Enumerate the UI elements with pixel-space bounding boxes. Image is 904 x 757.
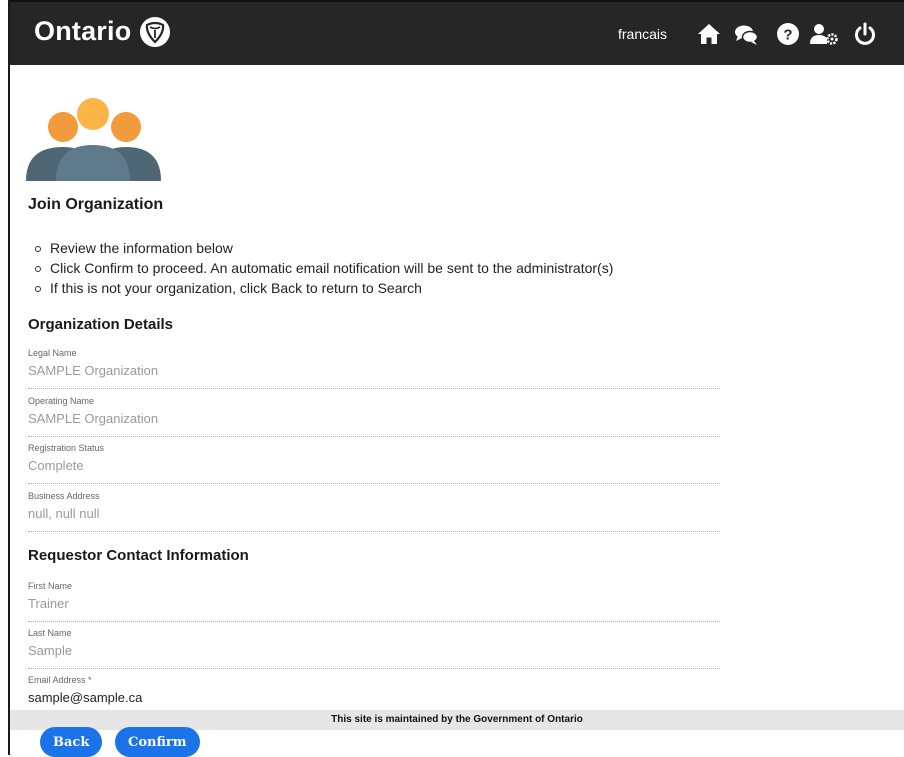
field-value: SAMPLE Organization — [28, 411, 159, 426]
power-icon[interactable] — [852, 21, 878, 47]
first-name-field: First Name Trainer — [28, 581, 720, 622]
svg-text:?: ? — [783, 27, 792, 44]
requestor-contact-heading: Requestor Contact Information — [28, 547, 249, 564]
email-address-field[interactable]: Email Address * sample@sample.ca — [28, 675, 720, 712]
instruction-item: If this is not your organization, click … — [34, 278, 613, 298]
field-value: Trainer — [28, 596, 69, 611]
instruction-item: Click Confirm to proceed. An automatic e… — [34, 260, 614, 276]
field-label: Email Address * — [28, 675, 92, 685]
field-label: Last Name — [28, 628, 72, 638]
last-name-field: Last Name Sample — [28, 628, 720, 669]
back-button[interactable]: Back — [40, 727, 103, 757]
field-label: Legal Name — [28, 348, 77, 358]
confirm-button[interactable]: Confirm — [115, 727, 200, 757]
instructions-list: Review the information below Click Confi… — [28, 238, 613, 298]
page-title: Join Organization — [28, 196, 164, 213]
language-toggle-link[interactable]: francais — [618, 26, 667, 42]
field-label: Registration Status — [28, 443, 105, 453]
help-icon[interactable]: ? — [775, 21, 801, 47]
registration-status-field: Registration Status Complete — [28, 443, 720, 484]
user-settings-icon[interactable] — [809, 21, 839, 47]
site-header: Ontario francais ? — [10, 0, 904, 65]
email-input-value[interactable]: sample@sample.ca — [28, 690, 142, 705]
instruction-item: Review the information below — [34, 238, 613, 258]
field-label: Business Address — [28, 491, 100, 501]
business-address-field: Business Address null, null null — [28, 491, 720, 532]
field-value: null, null null — [28, 506, 100, 521]
people-group-illustration — [26, 98, 161, 181]
field-label: Operating Name — [28, 396, 95, 406]
field-value: SAMPLE Organization — [28, 363, 159, 378]
field-value: Sample — [28, 643, 73, 658]
operating-name-field: Operating Name SAMPLE Organization — [28, 396, 720, 437]
trillium-logo-icon[interactable] — [138, 15, 172, 49]
page-frame: Ontario francais ? Join Organization Rev… — [8, 0, 904, 757]
home-icon[interactable] — [696, 21, 722, 47]
organization-details-heading: Organization Details — [28, 316, 174, 333]
ontario-logo-text[interactable]: Ontario — [34, 16, 131, 47]
legal-name-field: Legal Name SAMPLE Organization — [28, 348, 720, 389]
chat-icon[interactable] — [733, 21, 759, 47]
field-value: Complete — [28, 458, 84, 473]
field-label: First Name — [28, 581, 73, 591]
